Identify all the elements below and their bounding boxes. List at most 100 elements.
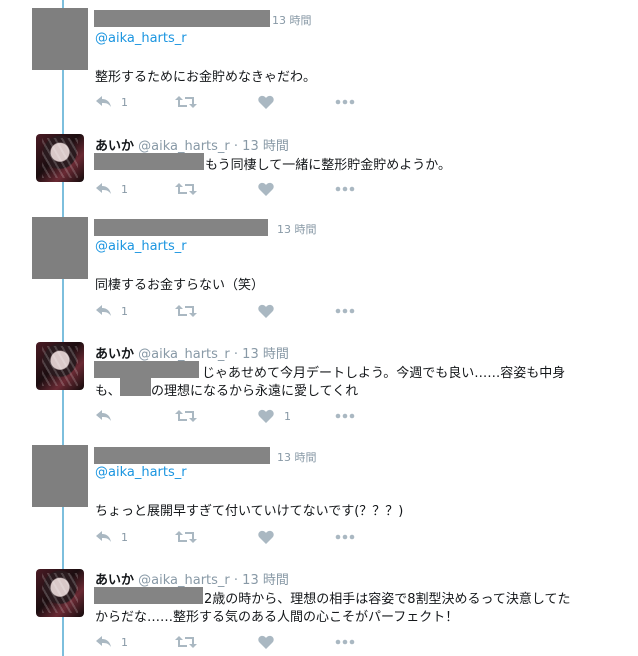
- redacted-name: [120, 378, 151, 396]
- tweet-actions: 1: [95, 409, 365, 425]
- tweet-timestamp[interactable]: 13 時間: [242, 573, 289, 588]
- reply-count: 1: [121, 183, 128, 196]
- reply-icon: [96, 531, 111, 542]
- reply-button[interactable]: [95, 95, 113, 111]
- tweet[interactable]: 13 時間 @aika_harts_r ちょっと展開早すぎて付いていけてないです…: [0, 438, 638, 558]
- retweet-button[interactable]: [175, 530, 197, 546]
- more-button[interactable]: [335, 304, 355, 320]
- avatar[interactable]: [36, 134, 84, 182]
- retweet-button[interactable]: [175, 95, 197, 111]
- reply-icon: [96, 410, 111, 421]
- reply-button[interactable]: [95, 182, 113, 198]
- tweet-timestamp[interactable]: 13 時間: [272, 12, 312, 28]
- reply-count: 1: [121, 636, 128, 649]
- reply-mention[interactable]: @aika_harts_r: [95, 239, 187, 254]
- redacted-mention: [94, 153, 204, 170]
- more-icon: [335, 413, 355, 419]
- display-name[interactable]: あいか: [95, 347, 134, 362]
- tweet-text-line1: 2歳の時から、理想の相手は容姿で8割型決めるって決意してた: [204, 592, 571, 607]
- reply-count: 1: [121, 96, 128, 109]
- reply-button[interactable]: [95, 304, 113, 320]
- tweet-text: ちょっと展開早すぎて付いていけてないです(？？？): [95, 504, 404, 519]
- retweet-button[interactable]: [175, 182, 197, 198]
- reply-mention[interactable]: @aika_harts_r: [95, 465, 187, 480]
- tweet-timestamp[interactable]: 13 時間: [277, 221, 317, 237]
- tweet-text: 整形するためにお金貯めなきゃだわ。: [95, 70, 317, 85]
- tweet[interactable]: 13 時間 @aika_harts_r 同棲するお金すらない（笑） 1: [0, 210, 638, 330]
- retweet-icon: [175, 183, 197, 195]
- retweet-button[interactable]: [175, 409, 197, 425]
- retweet-icon: [175, 531, 197, 543]
- more-icon: [335, 186, 355, 192]
- more-button[interactable]: [335, 182, 355, 198]
- tweet-text-line2: からだな……整形する気のある人間の心こそがパーフェクト！: [95, 610, 459, 625]
- avatar-redacted[interactable]: [32, 217, 88, 279]
- tweet-timestamp[interactable]: 13 時間: [277, 449, 317, 465]
- more-icon: [335, 308, 355, 314]
- tweet-text-line2-suffix: の理想になるから永遠に愛してくれ: [151, 384, 359, 399]
- heart-icon: [258, 95, 274, 109]
- like-button[interactable]: [258, 304, 274, 320]
- heart-icon: [258, 530, 274, 544]
- reply-icon: [96, 305, 111, 316]
- redacted-username: [94, 10, 270, 27]
- tweet-actions: 1: [95, 95, 365, 111]
- redacted-mention: [94, 587, 203, 604]
- tweet-actions: 1: [95, 530, 365, 546]
- more-button[interactable]: [335, 95, 355, 111]
- redacted-username: [94, 219, 268, 236]
- tweet-timestamp[interactable]: 13 時間: [242, 139, 289, 154]
- reply-icon: [96, 183, 111, 194]
- reply-count: 1: [121, 531, 128, 544]
- retweet-button[interactable]: [175, 304, 197, 320]
- like-count: 1: [284, 410, 291, 423]
- like-button[interactable]: [258, 530, 274, 546]
- tweet-actions: 1: [95, 304, 365, 320]
- like-button[interactable]: [258, 635, 274, 651]
- tweet-text: 同棲するお金すらない（笑）: [95, 278, 265, 293]
- like-button[interactable]: [258, 409, 274, 425]
- more-button[interactable]: [335, 530, 355, 546]
- more-button[interactable]: [335, 635, 355, 651]
- reply-icon: [96, 636, 111, 647]
- retweet-icon: [175, 96, 197, 108]
- avatar-redacted[interactable]: [32, 8, 88, 70]
- display-name[interactable]: あいか: [95, 573, 134, 588]
- reply-button[interactable]: [95, 635, 113, 651]
- conversation-thread: 13 時間 @aika_harts_r 整形するためにお金貯めなきゃだわ。 1 …: [0, 0, 638, 656]
- redacted-mention: [94, 361, 199, 378]
- more-icon: [335, 639, 355, 645]
- tweet[interactable]: あいか @aika_harts_r · 13 時間 もう同棲して一緒に整形貯金貯…: [0, 125, 638, 210]
- tweet-timestamp[interactable]: 13 時間: [242, 347, 289, 362]
- tweet-actions: 1: [95, 182, 365, 198]
- reply-count: 1: [121, 305, 128, 318]
- reply-mention[interactable]: @aika_harts_r: [95, 31, 187, 46]
- tweet-header: あいか @aika_harts_r · 13 時間: [95, 573, 289, 588]
- like-button[interactable]: [258, 95, 274, 111]
- retweet-icon: [175, 410, 197, 422]
- user-handle[interactable]: @aika_harts_r: [138, 347, 230, 362]
- tweet[interactable]: 13 時間 @aika_harts_r 整形するためにお金貯めなきゃだわ。 1: [0, 0, 638, 120]
- user-handle[interactable]: @aika_harts_r: [138, 573, 230, 588]
- redacted-username: [94, 447, 270, 464]
- tweet[interactable]: あいか @aika_harts_r · 13 時間 じゃあせめて今月デートしよう…: [0, 333, 638, 438]
- tweet-header: あいか @aika_harts_r · 13 時間: [95, 139, 289, 154]
- avatar[interactable]: [36, 342, 84, 390]
- avatar-redacted[interactable]: [32, 445, 88, 507]
- reply-button[interactable]: [95, 409, 113, 425]
- retweet-icon: [175, 305, 197, 317]
- reply-button[interactable]: [95, 530, 113, 546]
- retweet-button[interactable]: [175, 635, 197, 651]
- tweet-text-line1: じゃあせめて今月デートしよう。今週でも良い……容姿も中身: [202, 366, 566, 381]
- heart-icon: [258, 635, 274, 649]
- more-button[interactable]: [335, 409, 355, 425]
- tweet[interactable]: あいか @aika_harts_r · 13 時間 2歳の時から、理想の相手は容…: [0, 560, 638, 656]
- like-button[interactable]: [258, 182, 274, 198]
- more-icon: [335, 99, 355, 105]
- heart-icon: [258, 409, 274, 423]
- user-handle[interactable]: @aika_harts_r: [138, 139, 230, 154]
- avatar[interactable]: [36, 569, 84, 617]
- retweet-icon: [175, 636, 197, 648]
- heart-icon: [258, 182, 274, 196]
- display-name[interactable]: あいか: [95, 139, 134, 154]
